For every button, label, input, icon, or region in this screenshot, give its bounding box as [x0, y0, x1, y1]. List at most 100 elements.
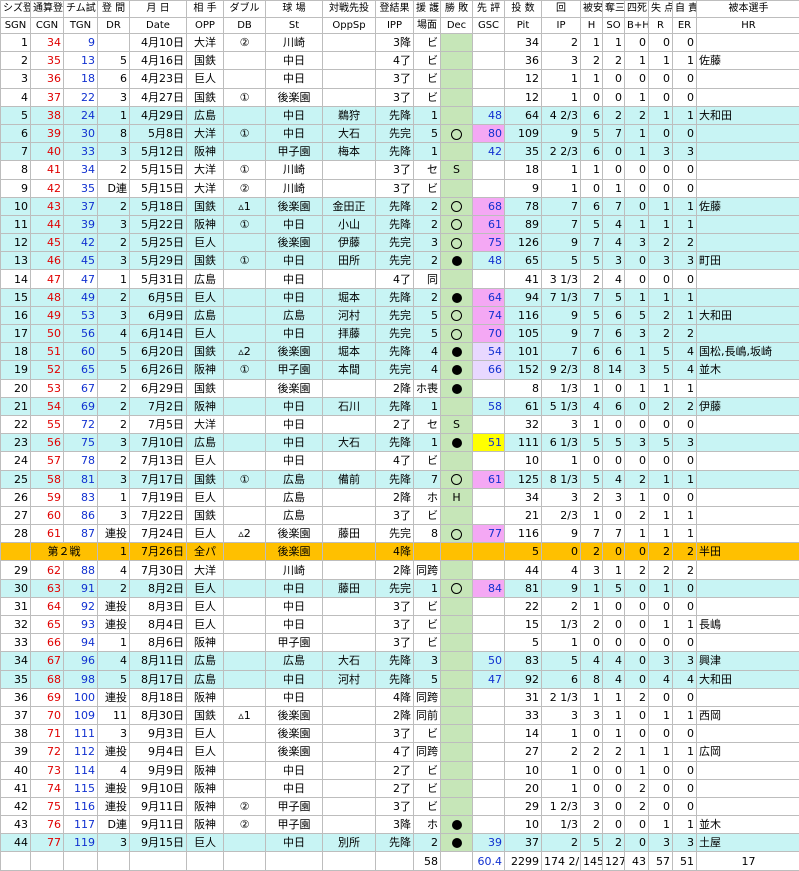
column-header: R	[649, 17, 673, 34]
hr-batters	[697, 234, 799, 252]
column-header-jp: 相 手	[187, 1, 224, 18]
days-rest: 連投	[98, 616, 130, 634]
pitch-count: 9	[505, 179, 542, 197]
hits: 0	[581, 88, 603, 106]
team-game-number: 112	[64, 743, 98, 761]
game-score	[473, 725, 505, 743]
run-support: 3	[414, 234, 441, 252]
runs: 0	[649, 761, 673, 779]
days-rest: D連	[98, 179, 130, 197]
hr-batters: 大和田	[697, 106, 799, 124]
hr-batters: 並木	[697, 816, 799, 834]
hr-batters	[697, 779, 799, 797]
doubleheader: ▵1	[224, 706, 266, 724]
career-game-number: 36	[31, 70, 64, 88]
table-row: 316492連投8月3日巨人中日3了ビ22210000	[1, 597, 799, 615]
days-rest: 3	[98, 252, 130, 270]
game-score	[473, 761, 505, 779]
run-support: ビ	[414, 797, 441, 815]
days-rest: 5	[98, 670, 130, 688]
pitch-count: 83	[505, 652, 542, 670]
team-game-number: 78	[64, 452, 98, 470]
pitch-count: 92	[505, 670, 542, 688]
table-row: 5382414月29日広島中日鵜狩先降148644 2/362211大和田	[1, 106, 799, 124]
game-date: 7月13日	[130, 452, 187, 470]
game-number: 28	[1, 525, 31, 543]
column-header: IPP	[376, 17, 414, 34]
career-game-number: 77	[31, 834, 64, 852]
game-number: 22	[1, 415, 31, 433]
opposing-starter: 大石	[323, 124, 376, 142]
game-score: 50	[473, 652, 505, 670]
doubleheader	[224, 106, 266, 124]
hr-batters	[697, 597, 799, 615]
days-rest: 連投	[98, 597, 130, 615]
stadium: 川崎	[266, 161, 323, 179]
team-game-number: 91	[64, 579, 98, 597]
game-date: 7月17日	[130, 470, 187, 488]
team-game-number: 24	[64, 106, 98, 124]
table-row: 11443935月22日阪神①中日小山先降26189754111	[1, 215, 799, 233]
walks-hbp: 2	[625, 779, 649, 797]
decision	[441, 525, 473, 543]
team-game-number: 92	[64, 597, 98, 615]
runs: 4	[649, 670, 673, 688]
innings-pitched: 9	[542, 579, 581, 597]
game-score: 61	[473, 470, 505, 488]
innings-pitched: 6	[542, 670, 581, 688]
runs: 0	[649, 452, 673, 470]
career-game-number: 47	[31, 270, 64, 288]
decision	[441, 761, 473, 779]
game-score	[473, 506, 505, 524]
innings-pitched: 1/3	[542, 379, 581, 397]
game-date: 9月11日	[130, 816, 187, 834]
column-header: ER	[673, 17, 697, 34]
days-rest: 連投	[98, 743, 130, 761]
strikeouts: 4	[603, 652, 625, 670]
allstar-dr: 1	[98, 543, 130, 561]
game-score	[473, 488, 505, 506]
runs: 0	[649, 779, 673, 797]
appearance-result: 先完	[376, 306, 414, 324]
hits: 3	[581, 797, 603, 815]
table-row: 4174115連投9月10日阪神中日2了ビ20100200	[1, 779, 799, 797]
career-game-number: 76	[31, 816, 64, 834]
game-score	[473, 52, 505, 70]
days-rest: 4	[98, 561, 130, 579]
opposing-starter	[323, 743, 376, 761]
team-game-number: 98	[64, 670, 98, 688]
game-date: 9月11日	[130, 797, 187, 815]
team-game-number: 75	[64, 434, 98, 452]
runs: 1	[649, 525, 673, 543]
doubleheader	[224, 452, 266, 470]
innings-pitched: 2/3	[542, 506, 581, 524]
hits: 1	[581, 34, 603, 52]
walks-hbp: 0	[625, 415, 649, 433]
game-number: 20	[1, 379, 31, 397]
run-support: 2	[414, 197, 441, 215]
column-header: SGN	[1, 17, 31, 34]
career-game-number: 68	[31, 670, 64, 688]
strikeouts: 6	[603, 343, 625, 361]
doubleheader	[224, 634, 266, 652]
pitch-count: 21	[505, 506, 542, 524]
game-date: 9月4日	[130, 743, 187, 761]
win-icon	[451, 310, 462, 321]
stadium: 中日	[266, 106, 323, 124]
decision	[441, 106, 473, 124]
run-support: 同跨	[414, 743, 441, 761]
innings-pitched: 5	[542, 652, 581, 670]
decision	[441, 124, 473, 142]
doubleheader	[224, 397, 266, 415]
days-rest: 5	[98, 52, 130, 70]
table-row: 4372234月27日国鉄①後楽園3了ビ12100100	[1, 88, 799, 106]
table-row: 29628847月30日大洋川崎2降同跨44431222	[1, 561, 799, 579]
run-support: 7	[414, 470, 441, 488]
hits: 1	[581, 506, 603, 524]
earned-runs: 4	[673, 343, 697, 361]
earned-runs: 1	[673, 106, 697, 124]
opposing-starter	[323, 634, 376, 652]
decision	[441, 379, 473, 397]
team-game-number: 53	[64, 306, 98, 324]
opposing-starter	[323, 415, 376, 433]
